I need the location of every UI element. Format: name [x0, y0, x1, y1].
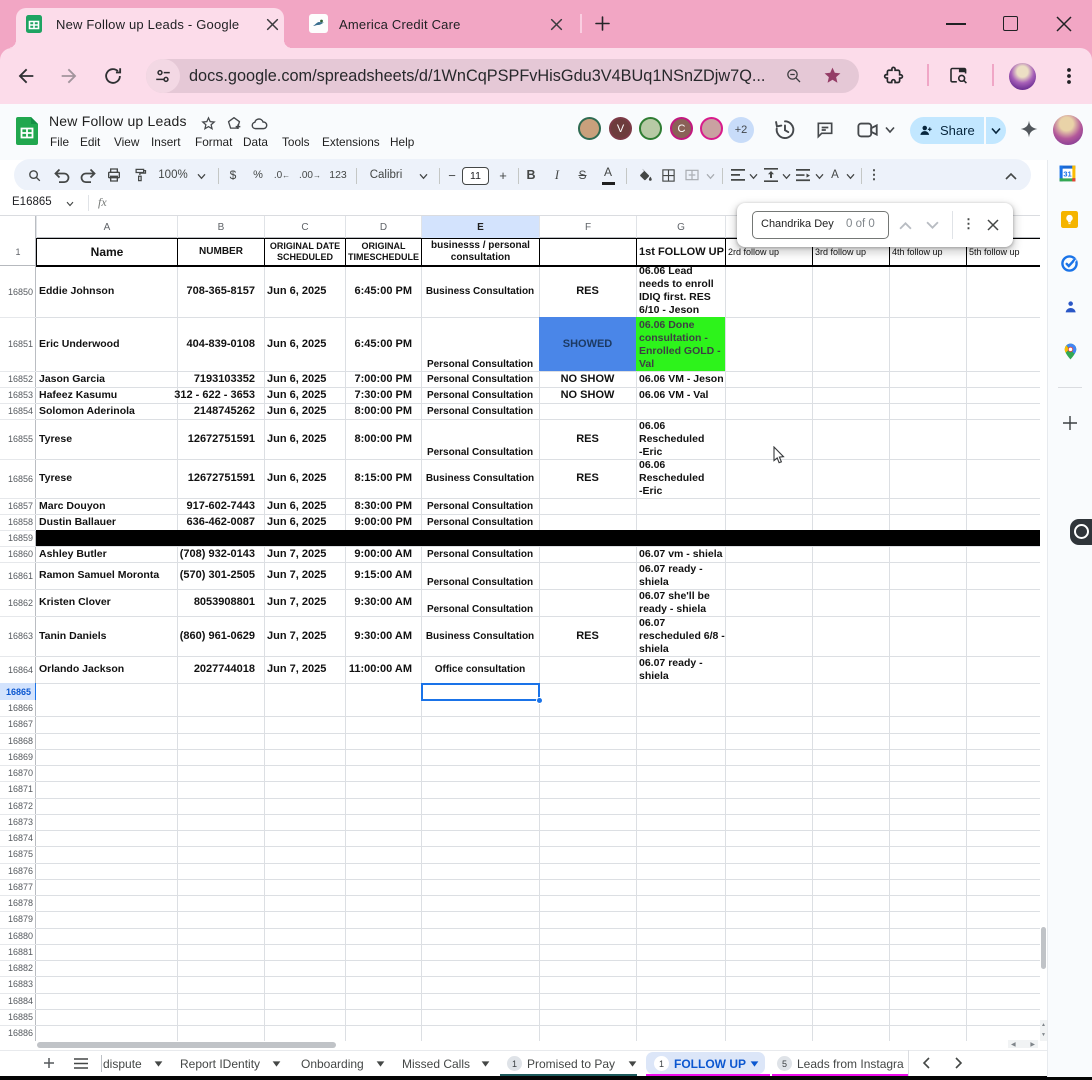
- svg-text:31: 31: [1063, 169, 1071, 178]
